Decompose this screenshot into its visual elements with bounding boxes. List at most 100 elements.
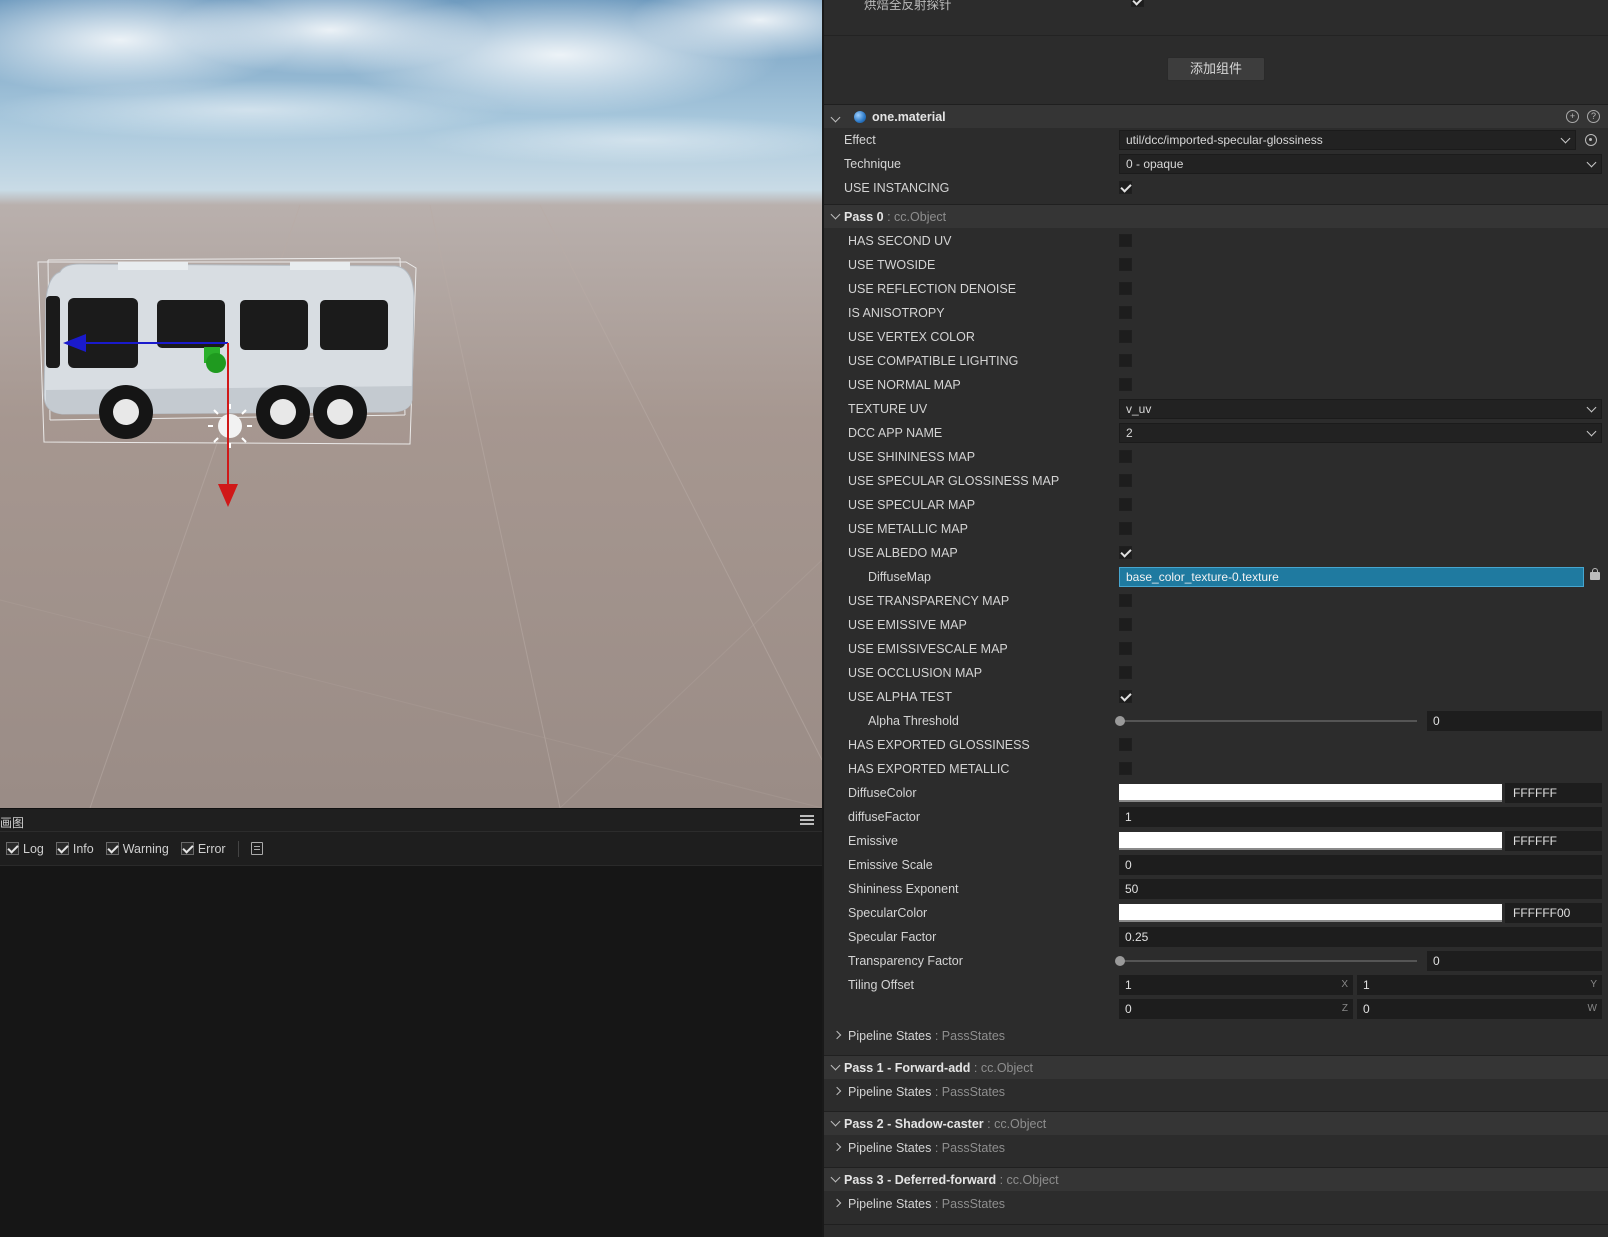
checkbox[interactable] bbox=[1119, 181, 1132, 194]
shininess-exponent-input[interactable]: 50 bbox=[1119, 879, 1602, 899]
effect-row: Effect util/dcc/imported-specular-glossi… bbox=[824, 128, 1608, 152]
pass-0-header[interactable]: Pass 0 : cc.Object bbox=[824, 204, 1608, 228]
checkbox[interactable] bbox=[1131, 0, 1144, 7]
checkbox[interactable] bbox=[1119, 306, 1132, 319]
checkbox[interactable] bbox=[1119, 642, 1132, 655]
slider-handle[interactable] bbox=[1115, 956, 1125, 966]
dcc-app-name-row: DCC APP NAME 2 bbox=[824, 421, 1608, 445]
property-label: USE TRANSPARENCY MAP bbox=[848, 594, 1010, 608]
checkbox[interactable] bbox=[1119, 618, 1132, 631]
checkbox[interactable] bbox=[1119, 762, 1132, 775]
tiling-offset-w-input[interactable]: 0W bbox=[1357, 999, 1602, 1019]
menu-icon[interactable] bbox=[800, 813, 814, 827]
filter-error[interactable]: Error bbox=[180, 842, 226, 856]
console-log-area[interactable] bbox=[0, 866, 822, 1226]
scene-view[interactable] bbox=[0, 0, 822, 808]
checkbox[interactable] bbox=[1119, 354, 1132, 367]
chevron-down-icon[interactable] bbox=[830, 110, 842, 124]
pass-2-header[interactable]: Pass 2 - Shadow-caster : cc.Object bbox=[824, 1111, 1608, 1135]
lock-icon[interactable] bbox=[1590, 568, 1600, 580]
tiling-offset-x-input[interactable]: 1X bbox=[1119, 975, 1353, 995]
checkbox-icon[interactable] bbox=[55, 842, 69, 855]
checkbox[interactable] bbox=[1119, 690, 1132, 703]
chevron-down-icon[interactable] bbox=[830, 1116, 841, 1127]
console-tab[interactable]: 画图 bbox=[0, 814, 24, 831]
pass-3-header[interactable]: Pass 3 - Deferred-forward : cc.Object bbox=[824, 1167, 1608, 1191]
diffuse-color-hex[interactable]: FFFFFF bbox=[1505, 783, 1602, 803]
checkbox[interactable] bbox=[1119, 450, 1132, 463]
technique-select[interactable]: 0 - opaque bbox=[1119, 154, 1602, 174]
reflection-probe-row: 烘焙全反射探针 bbox=[824, 0, 1608, 36]
chevron-right-icon[interactable] bbox=[832, 1086, 842, 1096]
pass-1-header[interactable]: Pass 1 - Forward-add : cc.Object bbox=[824, 1055, 1608, 1079]
define-row: USE COMPATIBLE LIGHTING bbox=[824, 349, 1608, 373]
checkbox[interactable] bbox=[1119, 474, 1132, 487]
chevron-right-icon[interactable] bbox=[832, 1030, 842, 1040]
checkbox-icon[interactable] bbox=[105, 842, 119, 855]
pipeline-states-row[interactable]: Pipeline States : PassStates bbox=[824, 1135, 1608, 1161]
alpha-threshold-slider[interactable] bbox=[1115, 716, 1417, 726]
checkbox-icon[interactable] bbox=[6, 842, 19, 855]
help-icon[interactable]: ? bbox=[1587, 110, 1600, 123]
locate-icon[interactable]: + bbox=[1566, 110, 1579, 123]
component-header[interactable]: one.material + ? bbox=[824, 104, 1608, 128]
chevron-down-icon[interactable] bbox=[830, 1060, 841, 1071]
property-label: USE SHININESS MAP bbox=[848, 450, 976, 464]
diffuse-color-swatch[interactable] bbox=[1119, 784, 1502, 802]
tiling-offset-z-input[interactable]: 0Z bbox=[1119, 999, 1353, 1019]
property-label: USE OCCLUSION MAP bbox=[848, 666, 983, 680]
checkbox[interactable] bbox=[1119, 234, 1132, 247]
chevron-right-icon[interactable] bbox=[832, 1198, 842, 1208]
texture-uv-select[interactable]: v_uv bbox=[1119, 399, 1602, 419]
alpha-threshold-input[interactable]: 0 bbox=[1427, 711, 1602, 731]
checkbox[interactable] bbox=[1119, 666, 1132, 679]
dcc-app-name-select[interactable]: 2 bbox=[1119, 423, 1602, 443]
specular-color-hex[interactable]: FFFFFF00 bbox=[1505, 903, 1602, 923]
diffuse-factor-input[interactable]: 1 bbox=[1119, 807, 1602, 827]
property-label: USE SPECULAR GLOSSINESS MAP bbox=[848, 474, 1060, 488]
define-row: USE TWOSIDE bbox=[824, 253, 1608, 277]
checkbox[interactable] bbox=[1119, 330, 1132, 343]
property-label: TEXTURE UV bbox=[848, 402, 928, 416]
checkbox-icon[interactable] bbox=[180, 842, 194, 855]
specular-factor-input[interactable]: 0.25 bbox=[1119, 927, 1602, 947]
emissive-scale-input[interactable]: 0 bbox=[1119, 855, 1602, 875]
emissive-color-swatch[interactable] bbox=[1119, 832, 1502, 850]
checkbox[interactable] bbox=[1119, 594, 1132, 607]
filter-info[interactable]: Info bbox=[55, 842, 94, 856]
pipeline-states-row[interactable]: Pipeline States : PassStates bbox=[824, 1023, 1608, 1049]
chevron-down-icon bbox=[1586, 157, 1597, 168]
clear-log-icon[interactable] bbox=[250, 842, 263, 855]
pipeline-states-row[interactable]: Pipeline States : PassStates bbox=[824, 1079, 1608, 1105]
pipeline-states-row[interactable]: Pipeline States : PassStates bbox=[824, 1191, 1608, 1217]
checkbox[interactable] bbox=[1119, 282, 1132, 295]
checkbox[interactable] bbox=[1119, 738, 1132, 751]
specular-color-swatch[interactable] bbox=[1119, 904, 1502, 922]
chevron-down-icon[interactable] bbox=[830, 1172, 841, 1183]
diffuse-map-asset-field[interactable]: base_color_texture-0.texture bbox=[1119, 567, 1584, 587]
transparency-factor-row: Transparency Factor 0 bbox=[824, 949, 1608, 973]
define-row: HAS EXPORTED METALLIC bbox=[824, 757, 1608, 781]
checkbox[interactable] bbox=[1119, 378, 1132, 391]
effect-select[interactable]: util/dcc/imported-specular-glossiness bbox=[1119, 130, 1576, 150]
chevron-right-icon[interactable] bbox=[832, 1142, 842, 1152]
emissive-color-hex[interactable]: FFFFFF bbox=[1505, 831, 1602, 851]
chevron-down-icon[interactable] bbox=[830, 209, 841, 220]
add-component-button[interactable]: 添加组件 bbox=[1167, 57, 1265, 81]
checkbox[interactable] bbox=[1119, 522, 1132, 535]
tiling-offset-y-input[interactable]: 1Y bbox=[1357, 975, 1602, 995]
slider-handle[interactable] bbox=[1115, 716, 1125, 726]
define-row: USE METALLIC MAP bbox=[824, 517, 1608, 541]
checkbox[interactable] bbox=[1119, 546, 1132, 559]
inspector-panel: 烘焙全反射探针 添加组件 one.material + ? Effect uti… bbox=[822, 0, 1608, 1237]
diffuse-factor-row: diffuseFactor 1 bbox=[824, 805, 1608, 829]
checkbox[interactable] bbox=[1119, 498, 1132, 511]
property-label: SpecularColor bbox=[848, 906, 928, 920]
locate-asset-icon[interactable] bbox=[1580, 130, 1602, 150]
bus-model[interactable] bbox=[0, 0, 822, 808]
checkbox[interactable] bbox=[1119, 258, 1132, 271]
transparency-factor-slider[interactable] bbox=[1115, 956, 1417, 966]
filter-log[interactable]: Log bbox=[6, 842, 44, 856]
filter-warning[interactable]: Warning bbox=[105, 842, 169, 856]
transparency-factor-input[interactable]: 0 bbox=[1427, 951, 1602, 971]
